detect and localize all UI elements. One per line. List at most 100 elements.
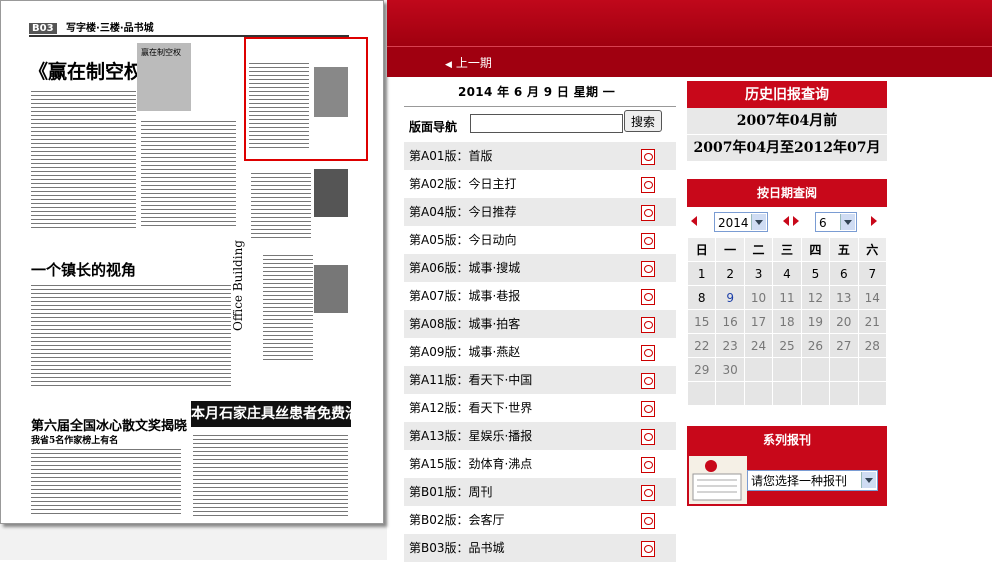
calendar-day: 27	[829, 333, 859, 358]
book-cover-image: 赢在制空权	[137, 43, 191, 111]
calendar-grid: 日一二三四五六 1 2 3 4 5 6 7 8 9 10 11 12 13 14 15 16 17 18 19 20 21…	[686, 237, 888, 406]
month-select[interactable]: 6	[815, 212, 857, 232]
selected-article-highlight[interactable]	[244, 37, 368, 161]
page-list-item[interactable]: 第A09版：城事·燕赵	[404, 338, 676, 366]
page-link[interactable]: 第A05版：今日动向	[409, 233, 516, 247]
calendar-empty-cell	[857, 381, 888, 406]
page-list-item[interactable]: 第B02版：会客厅	[404, 506, 676, 534]
search-button[interactable]: 搜索	[624, 110, 662, 132]
calendar-title: 按日期查阅	[687, 179, 887, 207]
page-link[interactable]: 第A07版：城事·巷报	[409, 289, 520, 303]
pdf-icon[interactable]	[641, 233, 655, 249]
page-link[interactable]: 第A13版：星娱乐·播报	[409, 429, 532, 443]
calendar-day: 18	[772, 309, 802, 334]
calendar-empty-cell	[800, 381, 831, 406]
page-link[interactable]: 第A02版：今日主打	[409, 177, 516, 191]
history-link-2007-2012[interactable]: 2007年04月至2012年07月	[687, 134, 887, 161]
page-list-item[interactable]: 第A07版：城事·巷报	[404, 282, 676, 310]
calendar-day[interactable]: 8	[686, 285, 717, 310]
calendar-day[interactable]: 9	[715, 285, 745, 310]
pdf-icon[interactable]	[641, 457, 655, 473]
author-photo	[314, 265, 348, 313]
pdf-icon[interactable]	[641, 513, 655, 529]
calendar-empty-cell	[800, 357, 831, 382]
page-list-item[interactable]: 第B01版：周刊	[404, 478, 676, 506]
pdf-icon[interactable]	[641, 317, 655, 333]
page-link[interactable]: 第A15版：劲体育·沸点	[409, 457, 532, 471]
page-list-item[interactable]: 第A15版：劲体育·沸点	[404, 450, 676, 478]
pdf-icon[interactable]	[641, 289, 655, 305]
page-link[interactable]: 第A08版：城事·拍客	[409, 317, 520, 331]
series-select[interactable]: 请您选择一种报刊	[747, 470, 878, 491]
page-link[interactable]: 第A04版：今日推荐	[409, 205, 516, 219]
page-link[interactable]: 第B02版：会客厅	[409, 513, 505, 527]
calendar-empty-cell	[772, 357, 802, 382]
series-select-value: 请您选择一种报刊	[751, 474, 848, 488]
pdf-icon[interactable]	[641, 429, 655, 445]
chevron-down-icon	[840, 214, 855, 230]
page-link[interactable]: 第B01版：周刊	[409, 485, 493, 499]
pdf-icon[interactable]	[641, 401, 655, 417]
pdf-icon[interactable]	[641, 485, 655, 501]
page-list-item[interactable]: 第A04版：今日推荐	[404, 198, 676, 226]
series-title: 系列报刊	[687, 426, 887, 454]
calendar-day[interactable]: 2	[715, 261, 745, 286]
article-text	[31, 89, 136, 229]
weekday-header: 四	[800, 237, 831, 262]
ad-banner: 本月石家庄具丝患者免费治	[191, 401, 351, 427]
calendar-empty-cell	[857, 357, 888, 382]
page-list-item[interactable]: 第A05版：今日动向	[404, 226, 676, 254]
article-text	[141, 119, 236, 229]
prev-issue-link[interactable]: ◀ 上一期	[445, 54, 492, 71]
weekday-header: 一	[715, 237, 745, 262]
page-list-item[interactable]: 第A01版：首版	[404, 142, 676, 170]
page-link[interactable]: 第A12版：看天下·世界	[409, 401, 532, 415]
calendar-day[interactable]: 1	[686, 261, 717, 286]
prev-year-icon[interactable]	[691, 216, 697, 226]
pdf-icon[interactable]	[641, 205, 655, 221]
page-link[interactable]: 第B03版：品书城	[409, 541, 505, 555]
page-list-item[interactable]: 第A12版：看天下·世界	[404, 394, 676, 422]
history-title: 历史旧报查询	[687, 81, 887, 109]
newspaper-page-image[interactable]: B03 写字楼·三楼·品书城 《赢在制空权》 赢在制空权 一个镇长的视角 Off…	[0, 0, 384, 524]
headline-town: 一个镇长的视角	[31, 261, 137, 279]
calendar-day[interactable]: 7	[857, 261, 888, 286]
page-list-item[interactable]: 第B03版：品书城	[404, 534, 676, 562]
page-list-item[interactable]: 第A06版：城事·搜城	[404, 254, 676, 282]
calendar-empty-cell	[743, 381, 774, 406]
search-input[interactable]	[470, 114, 623, 133]
calendar-day[interactable]: 6	[829, 261, 859, 286]
page-list-item[interactable]: 第A11版：看天下·中国	[404, 366, 676, 394]
page-link[interactable]: 第A01版：首版	[409, 149, 492, 163]
next-year-icon[interactable]	[793, 216, 799, 226]
page-list-item[interactable]: 第A13版：星娱乐·播报	[404, 422, 676, 450]
calendar-day[interactable]: 5	[800, 261, 831, 286]
page-link[interactable]: 第A11版：看天下·中国	[409, 373, 532, 387]
article-text	[31, 447, 181, 517]
pdf-icon[interactable]	[641, 345, 655, 361]
calendar-day[interactable]: 4	[772, 261, 802, 286]
history-link-before-2007[interactable]: 2007年04月前	[687, 108, 887, 134]
next-month-icon[interactable]	[871, 216, 877, 226]
prev-month-icon[interactable]	[783, 216, 789, 226]
article-text	[31, 283, 231, 388]
pdf-icon[interactable]	[641, 261, 655, 277]
page-link[interactable]: 第A09版：城事·燕赵	[409, 345, 520, 359]
left-arrow-icon: ◀	[445, 60, 452, 70]
pdf-icon[interactable]	[641, 541, 655, 557]
calendar-day[interactable]: 3	[743, 261, 774, 286]
vertical-title: Office Building	[231, 240, 245, 331]
pdf-icon[interactable]	[641, 373, 655, 389]
headline-award: 第六届全国冰心散文奖揭晓	[31, 419, 188, 434]
year-select[interactable]: 2014	[714, 212, 768, 232]
pdf-icon[interactable]	[641, 149, 655, 165]
pdf-icon[interactable]	[641, 177, 655, 193]
page-list-item[interactable]: 第A02版：今日主打	[404, 170, 676, 198]
chevron-down-icon	[751, 214, 766, 230]
issue-navbar: ◀ 上一期	[387, 46, 992, 77]
ad-text	[193, 433, 348, 517]
page-link[interactable]: 第A06版：城事·搜城	[409, 261, 520, 275]
page-list-item[interactable]: 第A08版：城事·拍客	[404, 310, 676, 338]
newspaper-preview-area: B03 写字楼·三楼·品书城 《赢在制空权》 赢在制空权 一个镇长的视角 Off…	[0, 0, 387, 560]
weekday-header: 五	[829, 237, 859, 262]
